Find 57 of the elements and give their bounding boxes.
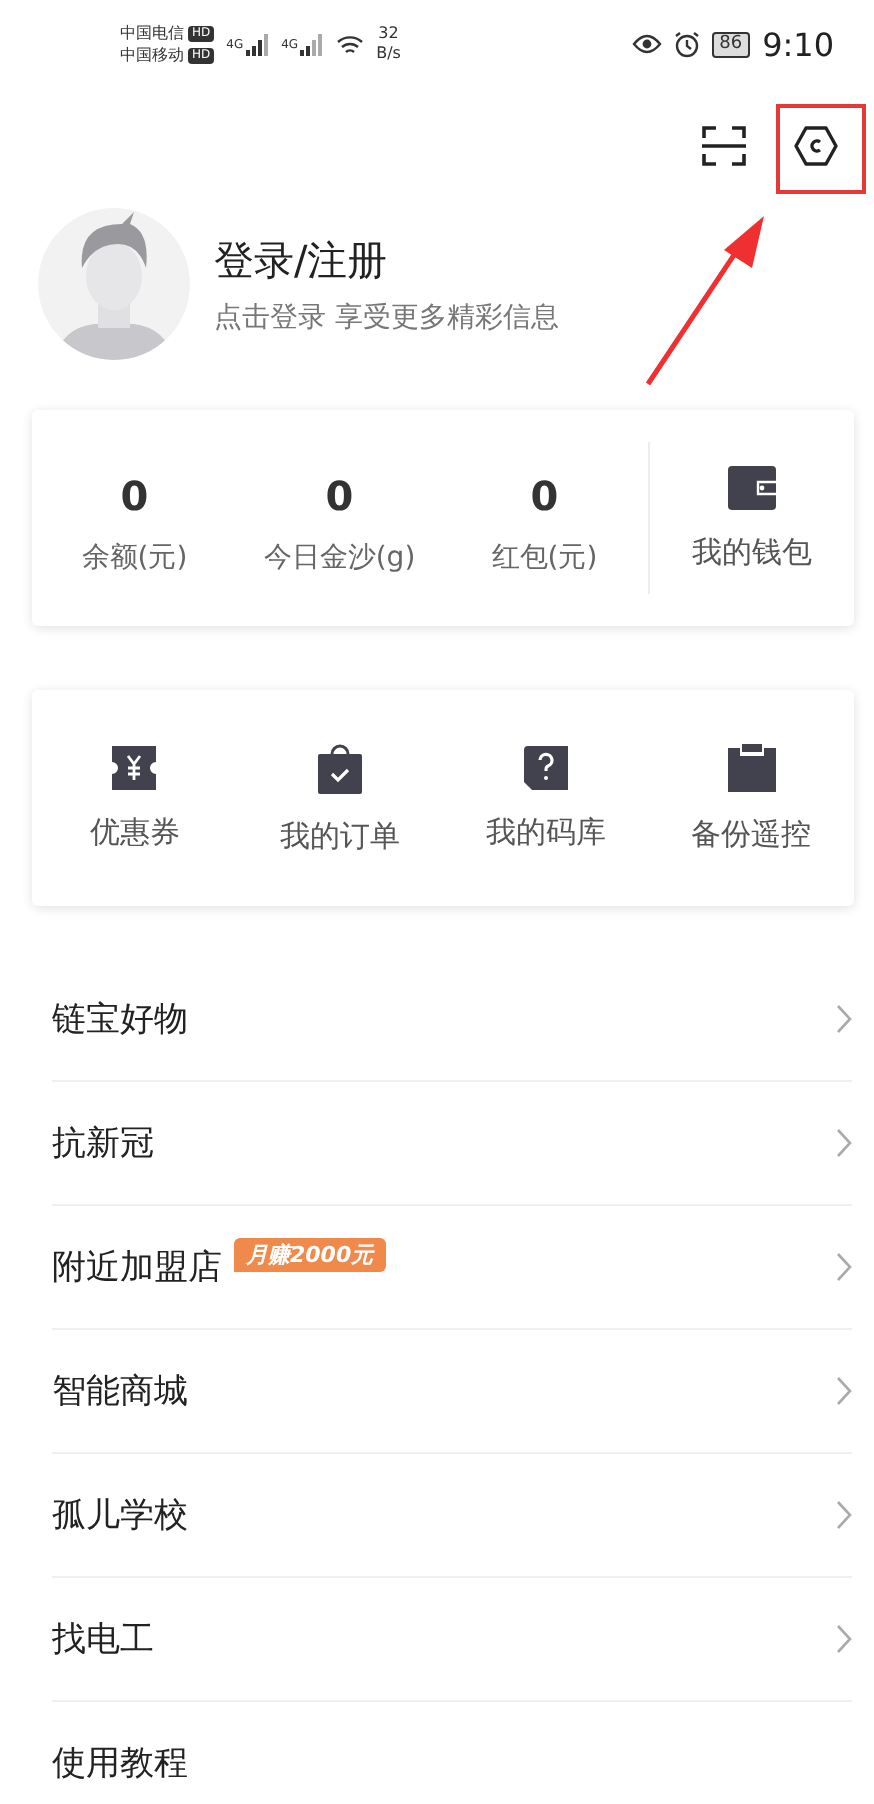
chevron-icon: [836, 1376, 852, 1406]
stat-label: 今日金沙(g): [263, 540, 416, 576]
menu-label: 抗新冠: [52, 1122, 154, 1166]
alarm-icon: [673, 31, 700, 57]
menu-label: 使用教程: [52, 1742, 188, 1786]
shortcut-item[interactable]: 备份遥控: [648, 743, 854, 853]
chevron-icon: [836, 1624, 852, 1654]
clipboard-icon: [727, 743, 776, 791]
promo-tag: 月赚2000元: [234, 1238, 386, 1272]
chevron-icon: [836, 1500, 852, 1530]
login-title[interactable]: 登录/注册: [214, 233, 559, 287]
login-subtitle: 点击登录 享受更多精彩信息: [214, 299, 559, 335]
menu-item[interactable]: 使用教程: [52, 1702, 852, 1804]
shortcut-item[interactable]: 我的订单: [237, 741, 443, 855]
menu-item[interactable]: 智能商城: [52, 1330, 852, 1454]
stat-value: 0: [120, 472, 149, 520]
shortcut-item[interactable]: 我的码库: [443, 745, 649, 851]
shortcut-label: 备份遥控: [691, 815, 812, 853]
menu-item[interactable]: 抗新冠: [52, 1082, 852, 1206]
shortcut-label: 我的码库: [485, 813, 606, 851]
menu-item[interactable]: 链宝好物: [52, 958, 852, 1082]
chevron-icon: [836, 1252, 852, 1282]
menu-item[interactable]: 孤儿学校: [52, 1454, 852, 1578]
wallet-icon: [727, 465, 776, 509]
shortcut-label: 我的订单: [280, 817, 401, 855]
speed-unit: B/s: [376, 44, 401, 64]
eye-icon: [631, 34, 662, 54]
wifi-icon: [336, 33, 365, 55]
chevron-icon: [836, 1004, 852, 1034]
stat-value: 0: [325, 472, 354, 520]
speed-value: 32: [378, 24, 399, 44]
scan-icon: [702, 126, 746, 166]
stat-label: 红包(元): [491, 540, 598, 576]
settings-icon: [792, 122, 840, 170]
wallet-item[interactable]: 我的钱包: [649, 465, 854, 571]
stat-label: 余额(元): [81, 540, 188, 576]
menu-label: 找电工: [52, 1618, 154, 1662]
wallet-label: 我的钱包: [691, 533, 812, 571]
shortcut-item[interactable]: 优惠券: [32, 745, 238, 851]
menu-label: 孤儿学校: [52, 1494, 188, 1538]
signal-icon: [245, 33, 270, 55]
signal-icon: [300, 33, 325, 55]
menu-item[interactable]: 找电工: [52, 1578, 852, 1702]
stat-value: 0: [530, 472, 559, 520]
coupon-icon: [110, 745, 159, 789]
menu-label: 附近加盟店: [52, 1246, 222, 1290]
carrier-name: 中国电信: [120, 23, 184, 43]
carrier-name: 中国移动: [120, 45, 184, 65]
chevron-icon: [836, 1128, 852, 1158]
battery-level: 86: [711, 31, 751, 57]
bag-icon: [316, 741, 365, 793]
menu-item[interactable]: 附近加盟店 月赚2000元: [52, 1206, 852, 1330]
menu-label: 链宝好物: [52, 998, 188, 1042]
menu-label: 智能商城: [52, 1370, 188, 1414]
question-icon: [523, 745, 568, 789]
shortcut-label: 优惠券: [89, 813, 180, 851]
clock-time: 9:10: [762, 25, 834, 63]
